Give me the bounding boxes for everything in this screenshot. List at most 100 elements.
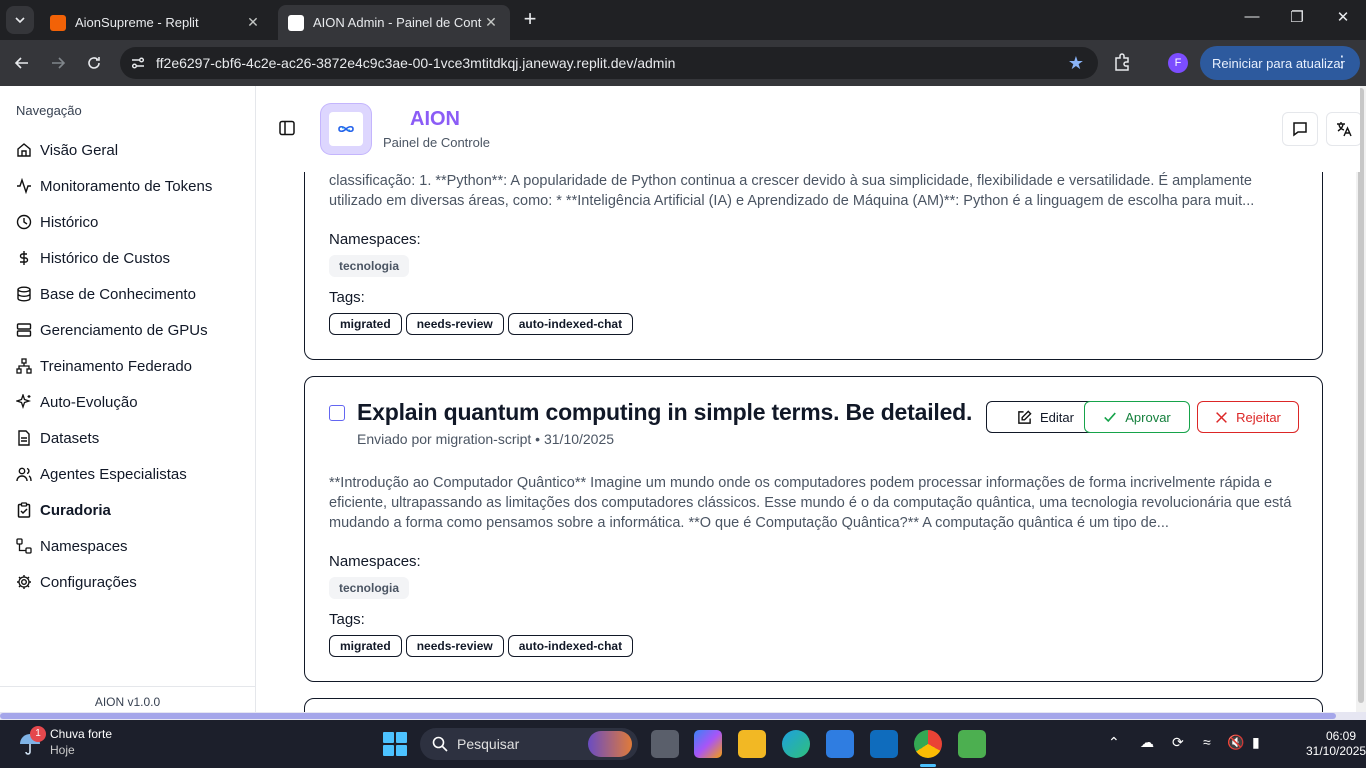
volume-muted-icon[interactable]: 🔇 [1227, 734, 1244, 751]
outlook-icon[interactable] [870, 730, 898, 758]
weather-alert-badge: 1 [30, 726, 46, 742]
sidebar-item-namespaces[interactable]: Namespaces [16, 528, 212, 564]
sidebar-item-datasets[interactable]: Datasets [16, 420, 212, 456]
search-placeholder: Pesquisar [457, 736, 520, 752]
tab-title: AION Admin - Painel de Controle [313, 15, 482, 30]
sidebar-item-historico[interactable]: Histórico [16, 204, 212, 240]
profile-avatar[interactable]: F [1168, 53, 1188, 73]
database-icon [16, 286, 32, 302]
address-bar[interactable]: ff2e6297-cbf6-4c2e-ac26-3872e4c9c3ae-00-… [120, 47, 1098, 79]
file-explorer-icon[interactable] [738, 730, 766, 758]
weather-widget[interactable]: 1 Chuva forte Hoje [16, 726, 112, 758]
close-tab-icon[interactable]: ✕ [244, 14, 262, 31]
approve-button[interactable]: Aprovar [1084, 401, 1190, 433]
windows-start-icon[interactable] [383, 732, 407, 756]
minimize-window-icon[interactable]: — [1240, 8, 1264, 25]
tag-chips: migrated needs-review auto-indexed-chat [329, 635, 634, 657]
search-highlight-icon [588, 731, 632, 757]
sparkles-icon [16, 394, 32, 410]
arrow-left-icon [14, 57, 28, 69]
chat-button[interactable] [1282, 112, 1318, 146]
windows-taskbar: 1 Chuva forte Hoje Pesquisar ⌃ ☁ ⟳ ≈ 🔇 ▮… [0, 720, 1366, 768]
back-button[interactable] [9, 50, 35, 76]
wifi-icon[interactable]: ≈ [1203, 734, 1211, 750]
sidebar-item-treinamento-federado[interactable]: Treinamento Federado [16, 348, 212, 384]
sidebar-item-historico-custos[interactable]: Histórico de Custos [16, 240, 212, 276]
language-button[interactable] [1326, 112, 1360, 146]
tag-chip: migrated [329, 313, 402, 335]
sidebar-item-label: Treinamento Federado [40, 357, 193, 375]
tab-search-button[interactable] [6, 6, 34, 34]
main-content: AION Painel de Controle classificação: 1… [256, 86, 1360, 712]
more-vert-icon[interactable]: ⋮ [1334, 52, 1350, 72]
reject-button[interactable]: Rejeitar [1197, 401, 1299, 433]
sidebar-item-visao-geral[interactable]: Visão Geral [16, 132, 212, 168]
bookmark-star-icon[interactable]: ★ [1068, 53, 1084, 74]
browser-tab-aion-admin[interactable]: AION Admin - Painel de Controle ✕ [278, 5, 510, 40]
arrow-right-icon [52, 57, 66, 69]
namespaces-label: Namespaces: [329, 553, 421, 570]
weather-text: Chuva forte Hoje [50, 726, 112, 758]
forward-button[interactable] [45, 50, 71, 76]
item-excerpt: classificação: 1. **Python**: A populari… [329, 171, 1299, 211]
sidebar-item-label: Agentes Especialistas [40, 465, 187, 483]
scrollbar-thumb[interactable] [1358, 88, 1364, 703]
site-settings-icon[interactable] [130, 55, 146, 71]
excerpt-line: classificação: 1. **Python**: A populari… [329, 173, 1252, 189]
close-window-icon[interactable]: ✕ [1331, 8, 1355, 26]
chevron-up-icon[interactable]: ⌃ [1108, 734, 1120, 751]
close-tab-icon[interactable]: ✕ [482, 14, 500, 31]
clipboard-check-icon [16, 502, 32, 518]
sidebar-toggle-icon[interactable] [278, 119, 296, 137]
brand-title: AION [410, 108, 460, 130]
vertical-scrollbar[interactable] [1356, 86, 1366, 712]
restore-window-icon[interactable]: ❐ [1285, 8, 1309, 26]
clock-icon [16, 214, 32, 230]
horizontal-scrollbar[interactable] [0, 712, 1366, 720]
tag-chip: needs-review [405, 635, 504, 657]
curation-item-card [304, 698, 1323, 712]
chrome-icon[interactable] [914, 730, 942, 758]
reject-label: Rejeitar [1236, 409, 1281, 425]
edge-browser-icon[interactable] [782, 730, 810, 758]
check-icon [1104, 412, 1117, 423]
gear-icon [16, 574, 32, 590]
sidebar-item-label: Configurações [40, 573, 137, 591]
sidebar-item-auto-evolucao[interactable]: Auto-Evolução [16, 384, 212, 420]
new-tab-button[interactable]: + [518, 8, 542, 32]
select-item-checkbox[interactable] [329, 405, 345, 421]
sidebar-item-monitoramento-tokens[interactable]: Monitoramento de Tokens [16, 168, 212, 204]
search-icon [432, 736, 448, 752]
scrollbar-thumb[interactable] [0, 713, 1336, 719]
tag-chips: migrated needs-review auto-indexed-chat [329, 313, 634, 335]
translate-icon [1337, 122, 1352, 137]
sidebar-item-curadoria[interactable]: Curadoria [16, 492, 212, 528]
excerpt-line: utilizado em diversas áreas, como: * **I… [329, 193, 1255, 209]
battery-icon[interactable]: ▮ [1252, 734, 1260, 751]
sync-icon[interactable]: ⟳ [1172, 734, 1184, 751]
users-icon [16, 466, 32, 482]
system-clock[interactable]: 06:09 31/10/2025 [1306, 729, 1366, 759]
sidebar-item-agentes-especialistas[interactable]: Agentes Especialistas [16, 456, 212, 492]
reload-button[interactable] [81, 50, 107, 76]
namespace-chips: tecnologia [329, 255, 410, 277]
onedrive-cloud-icon[interactable]: ☁ [1140, 734, 1154, 751]
active-app-indicator [920, 764, 936, 767]
sidebar-item-base-conhecimento[interactable]: Base de Conhecimento [16, 276, 212, 312]
browser-tab-replit[interactable]: AionSupreme - Replit ✕ [40, 5, 272, 40]
approve-label: Aprovar [1125, 409, 1171, 425]
taskbar-search[interactable]: Pesquisar [420, 728, 638, 760]
server-icon [16, 322, 32, 338]
clock-date: 31/10/2025 [1306, 744, 1366, 758]
sidebar-item-gerenciamento-gpus[interactable]: Gerenciamento de GPUs [16, 312, 212, 348]
extensions-puzzle-icon[interactable] [1112, 52, 1132, 72]
m365-copilot-icon[interactable] [694, 730, 722, 758]
sidebar-item-label: Visão Geral [40, 141, 119, 159]
sidebar-item-configuracoes[interactable]: Configurações [16, 564, 212, 600]
reload-icon [88, 57, 100, 69]
task-view-icon[interactable] [651, 730, 679, 758]
restart-to-update-button[interactable]: Reiniciar para atualizar ⋮ [1200, 46, 1360, 80]
microsoft-store-icon[interactable] [826, 730, 854, 758]
spreadsheet-app-icon[interactable] [958, 730, 986, 758]
curation-item-card: Explain quantum computing in simple term… [304, 376, 1323, 682]
